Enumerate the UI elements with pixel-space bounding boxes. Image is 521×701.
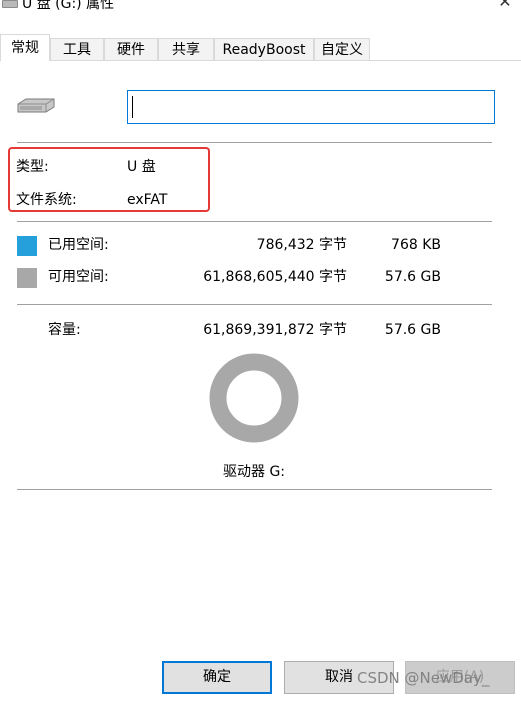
watermark: CSDN @NewDay_ bbox=[357, 669, 490, 687]
ok-button[interactable]: 确定 bbox=[162, 661, 272, 694]
separator bbox=[17, 142, 492, 143]
free-space-bytes: 61,868,605,440 字节 bbox=[203, 269, 347, 285]
tab-general[interactable]: 常规 bbox=[0, 34, 50, 61]
highlight-annotation bbox=[8, 147, 210, 212]
free-space-label: 可用空间: bbox=[48, 269, 109, 285]
used-space-size: 768 KB bbox=[391, 237, 441, 253]
separator bbox=[17, 489, 492, 490]
free-space-swatch bbox=[17, 268, 37, 288]
disk-usage-donut bbox=[209, 353, 299, 443]
tab-hardware[interactable]: 硬件 bbox=[104, 38, 158, 60]
usb-drive-icon bbox=[17, 98, 55, 113]
capacity-bytes: 61,869,391,872 字节 bbox=[203, 322, 347, 338]
tab-customize[interactable]: 自定义 bbox=[314, 38, 370, 60]
title-bar: U 盘 (G:) 属性 ✕ bbox=[0, 0, 521, 14]
capacity-label: 容量: bbox=[48, 322, 81, 338]
drive-icon bbox=[2, 0, 18, 8]
window-title: U 盘 (G:) 属性 bbox=[22, 0, 115, 12]
tab-tools[interactable]: 工具 bbox=[50, 38, 104, 60]
free-space-ring bbox=[209, 353, 299, 443]
tab-sharing[interactable]: 共享 bbox=[158, 38, 214, 60]
used-space-label: 已用空间: bbox=[48, 237, 109, 253]
free-space-size: 57.6 GB bbox=[384, 269, 441, 285]
close-icon[interactable]: ✕ bbox=[497, 0, 513, 10]
separator bbox=[17, 304, 492, 305]
capacity-size: 57.6 GB bbox=[384, 322, 441, 338]
used-space-swatch bbox=[17, 236, 37, 256]
separator bbox=[17, 221, 492, 222]
volume-name-input[interactable] bbox=[127, 90, 495, 124]
drive-letter-label: 驱动器 G: bbox=[223, 464, 286, 480]
tab-readyboost[interactable]: ReadyBoost bbox=[214, 38, 314, 60]
used-space-bytes: 786,432 字节 bbox=[256, 237, 347, 253]
text-caret bbox=[132, 96, 133, 118]
